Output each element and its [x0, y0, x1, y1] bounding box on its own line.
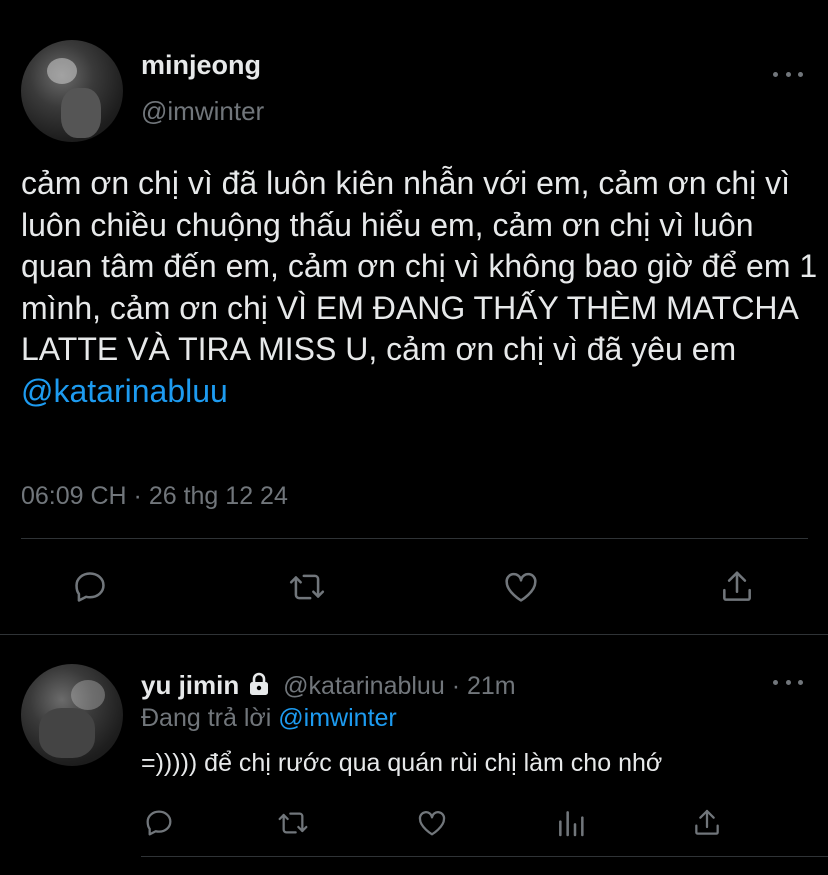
- divider: [21, 538, 808, 539]
- mention-link[interactable]: @katarinabluu: [21, 373, 228, 409]
- reply-author-name[interactable]: yu jimin: [141, 670, 239, 700]
- retweet-icon[interactable]: [273, 806, 313, 840]
- more-options-icon[interactable]: [773, 69, 803, 79]
- reply-icon[interactable]: [70, 567, 110, 607]
- reply-header: yu jimin @katarinabluu · 21m: [141, 670, 516, 703]
- reply-author-handle[interactable]: @katarinabluu: [283, 672, 445, 700]
- reply-text: =))))) để chị rước qua quán rùi chị làm …: [141, 749, 663, 777]
- more-options-icon[interactable]: [773, 677, 803, 687]
- tweet-body: cảm ơn chị vì đã luôn kiên nhẫn với em, …: [21, 165, 827, 367]
- like-icon[interactable]: [500, 567, 542, 607]
- tweet-timestamp[interactable]: 06:09 CH · 26 thg 12 24: [21, 482, 288, 511]
- replying-prefix: Đang trả lời: [141, 704, 272, 732]
- divider: [141, 856, 828, 857]
- author-handle[interactable]: @imwinter: [141, 96, 264, 127]
- replying-to: Đang trả lời @imwinter: [141, 704, 397, 733]
- retweet-icon[interactable]: [285, 567, 329, 607]
- author-name[interactable]: minjeong: [141, 50, 261, 81]
- reply-time[interactable]: 21m: [467, 672, 516, 700]
- lock-icon: [248, 672, 270, 703]
- replying-to-link[interactable]: @imwinter: [278, 704, 396, 732]
- like-icon[interactable]: [413, 806, 451, 840]
- analytics-icon[interactable]: [553, 806, 589, 840]
- reply-icon[interactable]: [141, 806, 177, 840]
- tweet-text: cảm ơn chị vì đã luôn kiên nhẫn với em, …: [21, 163, 821, 412]
- reply-avatar[interactable]: [21, 664, 123, 766]
- divider: [0, 634, 828, 635]
- share-icon[interactable]: [689, 806, 725, 840]
- time-separator: ·: [451, 672, 461, 700]
- share-icon[interactable]: [717, 567, 757, 607]
- avatar[interactable]: [21, 40, 123, 142]
